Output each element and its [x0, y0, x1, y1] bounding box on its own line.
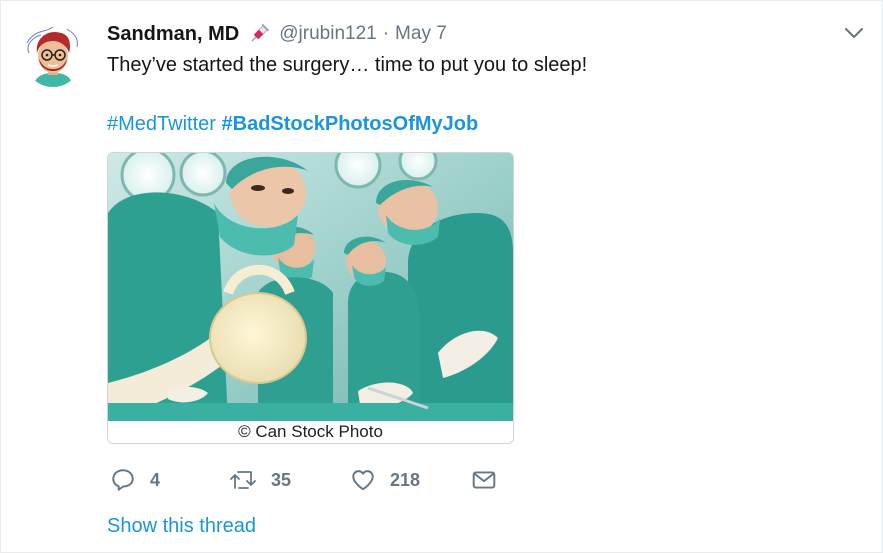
separator-dot: · — [382, 23, 390, 44]
tweet-text: They’ve started the surgery… time to put… — [107, 54, 588, 76]
reply-icon — [112, 469, 134, 491]
tweet-card[interactable]: Sandman, MD @jrubin121 · May 7 They’ve s… — [0, 0, 883, 553]
show-thread-link[interactable]: Show this thread — [107, 513, 256, 539]
avatar-cartoon-face — [23, 23, 83, 87]
syringe-icon — [251, 23, 270, 42]
reply-button[interactable]: 4 — [110, 465, 160, 495]
caret-down-icon[interactable] — [844, 25, 864, 41]
avatar[interactable] — [23, 23, 83, 87]
reply-count: 4 — [150, 469, 161, 490]
hashtag-line: #MedTwitter #BadStockPhotosOfMyJob — [107, 111, 478, 137]
user-handle[interactable]: @jrubin121 — [279, 23, 376, 45]
hashtag-badstockphotos[interactable]: #BadStockPhotosOfMyJob — [222, 113, 479, 135]
retweet-count: 35 — [271, 469, 292, 490]
media-card[interactable]: © Can Stock Photo — [107, 152, 514, 444]
tweet-header: Sandman, MD @jrubin121 · May 7 — [107, 21, 447, 47]
retweet-button[interactable]: 35 — [229, 465, 291, 495]
like-icon — [352, 470, 374, 491]
display-name[interactable]: Sandman, MD — [107, 23, 239, 46]
photo-watermark: © Can Stock Photo — [108, 421, 513, 443]
surgery-stock-photo[interactable] — [108, 153, 513, 421]
like-count: 218 — [390, 469, 421, 490]
tweet-date[interactable]: May 7 — [395, 23, 447, 45]
like-button[interactable]: 218 — [350, 465, 420, 495]
hashtag-medtwitter[interactable]: #MedTwitter — [107, 113, 216, 135]
direct-message-button[interactable] — [471, 465, 497, 495]
direct-message-icon — [472, 471, 496, 489]
retweet-icon — [230, 471, 256, 489]
